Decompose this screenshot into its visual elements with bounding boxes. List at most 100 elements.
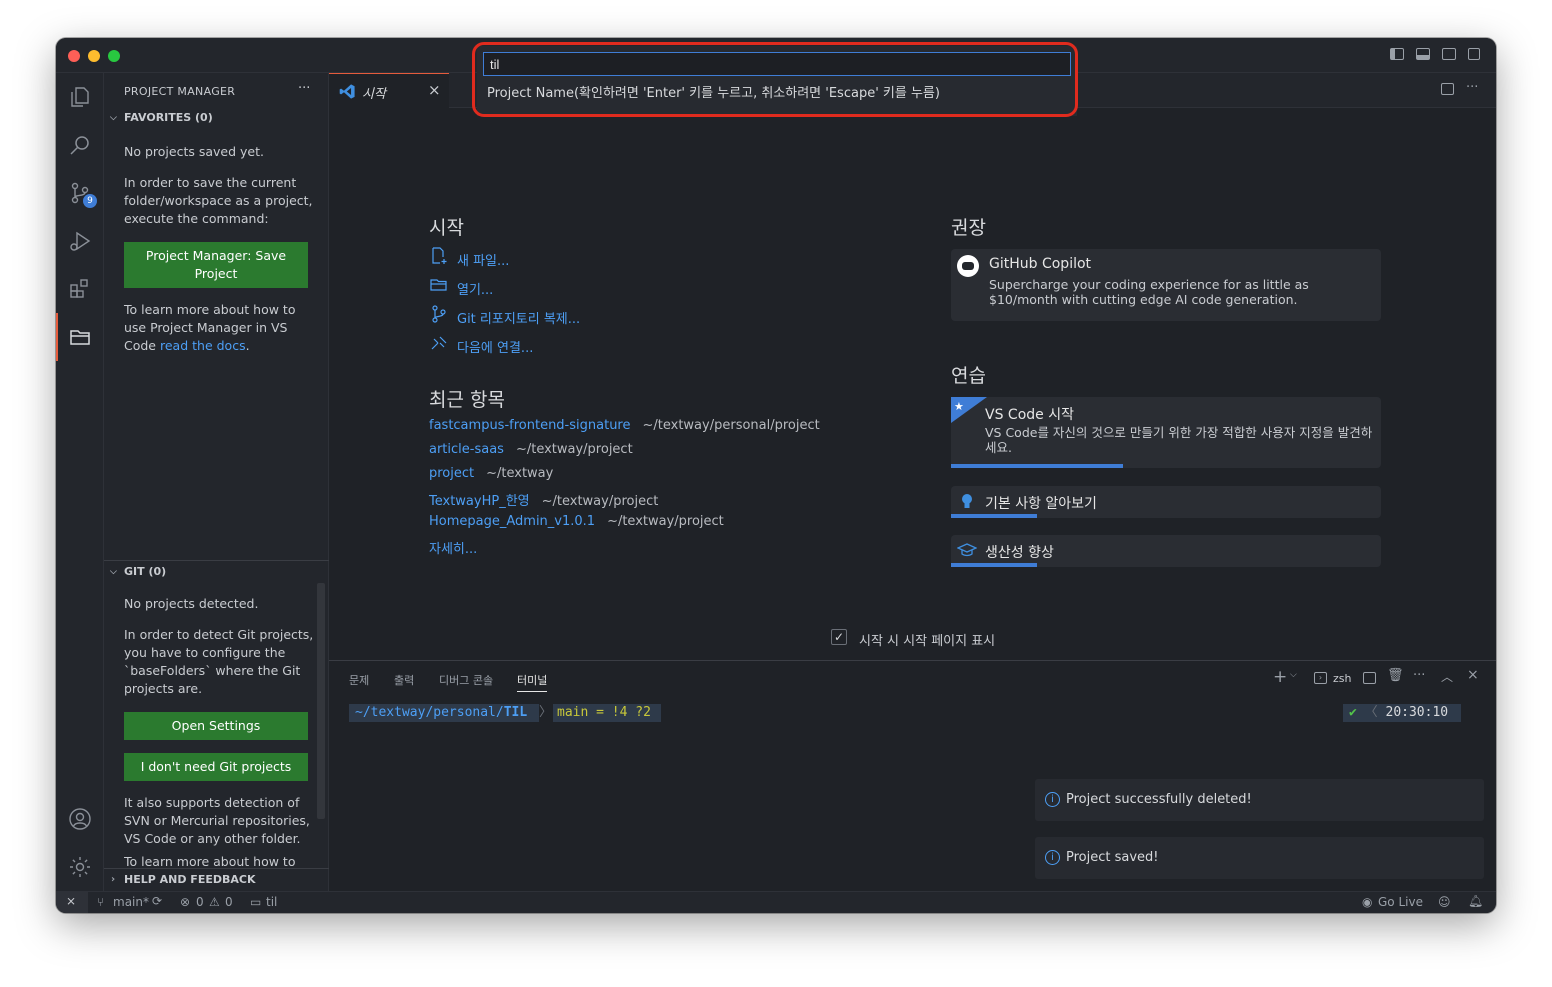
- walkthrough-fundamentals-progress: [951, 514, 1037, 518]
- recent-item-name[interactable]: Homepage_Admin_v1.0.1: [429, 514, 595, 529]
- no-git-projects-button[interactable]: I don't need Git projects: [124, 753, 308, 781]
- recent-item-path: ~/textway/personal/project: [642, 418, 820, 433]
- favorites-empty-text: No projects saved yet.: [124, 144, 264, 159]
- project-manager-icon[interactable]: [68, 325, 92, 349]
- tab-welcome[interactable]: 시작 ×: [329, 73, 449, 108]
- project-folder[interactable]: til: [266, 895, 277, 909]
- toggle-secondary-sidebar-icon[interactable]: [1442, 48, 1456, 60]
- tab-debug-console[interactable]: 디버그 콘솔: [439, 672, 493, 688]
- recent-item-name[interactable]: fastcampus-frontend-signature: [429, 418, 631, 433]
- trash-icon[interactable]: 🗑: [1387, 668, 1404, 683]
- close-tab-icon[interactable]: ×: [428, 81, 441, 99]
- tab-problems[interactable]: 문제: [349, 672, 369, 688]
- go-live-button[interactable]: Go Live: [1378, 895, 1423, 909]
- customize-layout-icon[interactable]: [1468, 48, 1480, 60]
- search-icon[interactable]: [68, 133, 92, 157]
- remote-connect-icon: [431, 336, 447, 350]
- recent-item-path: ~/textway/project: [515, 442, 633, 457]
- clone-repo-link[interactable]: Git 리포지토리 복제...: [457, 308, 580, 327]
- manage-gear-icon[interactable]: [68, 855, 92, 879]
- notifications-bell-icon[interactable]: 🔔︎: [1468, 894, 1483, 908]
- walkthrough-fundamentals-title: 기본 사항 알아보기: [985, 496, 1097, 512]
- recent-item[interactable]: TextwayHP_한영 ~/textway/project: [429, 490, 658, 509]
- close-panel-icon[interactable]: ×: [1467, 667, 1479, 683]
- terminal-prompt-path: ~/textway/personal/TIL: [349, 704, 539, 722]
- favorites-help-text: In order to save the current folder/work…: [124, 175, 313, 226]
- walkthrough-get-started-title: VS Code 시작: [985, 407, 1074, 423]
- walkthrough-productivity-card[interactable]: 생산성 향상: [951, 535, 1381, 567]
- notification-toast[interactable]: i Project saved!: [1035, 837, 1484, 879]
- new-file-link[interactable]: 새 파일...: [457, 250, 509, 269]
- connect-to-link[interactable]: 다음에 연결...: [457, 337, 533, 356]
- sidebar-scrollbar[interactable]: [317, 583, 325, 819]
- git-empty-text: No projects detected.: [124, 596, 259, 611]
- tab-terminal[interactable]: 터미널: [517, 672, 548, 692]
- errors-icon: ⊗: [180, 895, 191, 909]
- recent-item[interactable]: fastcampus-frontend-signature ~/textway/p…: [429, 418, 820, 433]
- walkthrough-get-started-card[interactable]: ★ VS Code 시작 VS Code를 자신의 것으로 만들기 위한 가장 …: [951, 397, 1381, 468]
- notification-message: Project saved!: [1066, 850, 1159, 865]
- scm-count-badge: 9: [83, 194, 97, 208]
- folder-icon: ▭: [250, 895, 262, 909]
- explorer-icon[interactable]: [68, 85, 92, 109]
- minimize-window-button[interactable]: [88, 50, 100, 62]
- recent-item-name[interactable]: project: [429, 466, 474, 481]
- prompt-separator-icon: 〉: [539, 705, 553, 720]
- toggle-panel-icon[interactable]: [1416, 48, 1430, 60]
- notification-toast[interactable]: i Project successfully deleted!: [1035, 779, 1484, 821]
- toggle-sidebar-icon[interactable]: [1390, 48, 1404, 60]
- tab-output[interactable]: 출력: [394, 672, 414, 688]
- extensions-icon[interactable]: [68, 277, 92, 301]
- more-recent-link[interactable]: 자세히...: [429, 538, 477, 557]
- sync-icon[interactable]: ⟳: [152, 894, 162, 908]
- close-window-button[interactable]: [68, 50, 80, 62]
- copilot-description: Supercharge your coding experience for a…: [989, 277, 1309, 307]
- also-supports-text: It also supports detection of SVN or Mer…: [124, 795, 310, 846]
- chevron-right-icon: ›: [111, 874, 116, 885]
- chevron-down-icon[interactable]: ⌵: [1290, 670, 1297, 680]
- graduation-cap-icon: [957, 543, 977, 557]
- recent-item[interactable]: article-saas ~/textway/project: [429, 442, 633, 457]
- shell-name[interactable]: zsh: [1333, 672, 1351, 685]
- git-section-header[interactable]: ⌵ GIT (0): [104, 561, 329, 583]
- split-terminal-icon[interactable]: [1363, 672, 1376, 684]
- sidebar-more-actions-icon[interactable]: ···: [298, 81, 310, 96]
- recent-item[interactable]: project ~/textway: [429, 466, 553, 481]
- recent-item-name[interactable]: TextwayHP_한영: [429, 494, 530, 509]
- recent-item[interactable]: Homepage_Admin_v1.0.1 ~/textway/project: [429, 514, 724, 529]
- recent-item-name[interactable]: article-saas: [429, 442, 504, 457]
- copilot-title: GitHub Copilot: [989, 256, 1092, 272]
- help-feedback-section-header[interactable]: › HELP AND FEEDBACK: [104, 869, 329, 891]
- lightbulb-icon: [962, 494, 972, 508]
- terminal-prompt-git: main = !4 ?2: [553, 704, 661, 722]
- remote-indicator[interactable]: ⨯: [56, 892, 88, 913]
- recent-item-path: ~/textway/project: [541, 494, 659, 509]
- panel-more-actions-icon[interactable]: ···: [1413, 668, 1425, 683]
- feedback-icon[interactable]: ☺: [1438, 895, 1451, 909]
- run-debug-icon[interactable]: [68, 229, 92, 253]
- prompt-path-prefix: ~/textway/personal/: [355, 705, 504, 720]
- errors-count[interactable]: 0: [196, 895, 204, 909]
- walkthrough-get-started-progress: [951, 464, 1123, 468]
- favorites-section-header[interactable]: ⌵ FAVORITES (0): [104, 107, 329, 129]
- branch-name[interactable]: main*: [113, 895, 149, 909]
- maximize-panel-icon[interactable]: ︿: [1441, 668, 1453, 685]
- open-settings-button[interactable]: Open Settings: [124, 712, 308, 740]
- editor-more-actions-icon[interactable]: ···: [1466, 80, 1478, 95]
- warnings-icon: ⚠: [209, 895, 220, 909]
- save-project-button[interactable]: Project Manager: Save Project: [124, 242, 308, 288]
- warnings-count[interactable]: 0: [225, 895, 233, 909]
- open-link[interactable]: 열기...: [457, 279, 493, 298]
- project-manager-sidebar: PROJECT MANAGER ··· ⌵ FAVORITES (0) No p…: [104, 73, 329, 891]
- recommended-heading: 권장: [951, 217, 986, 239]
- show-on-startup-checkbox[interactable]: ✓: [831, 629, 847, 645]
- accounts-icon[interactable]: [68, 807, 92, 831]
- copilot-card[interactable]: GitHub Copilot Supercharge your coding e…: [951, 249, 1381, 321]
- tab-welcome-label: 시작: [362, 87, 386, 102]
- recent-item-path: ~/textway: [486, 466, 554, 481]
- walkthrough-fundamentals-card[interactable]: 기본 사항 알아보기: [951, 486, 1381, 518]
- zoom-window-button[interactable]: [108, 50, 120, 62]
- read-the-docs-link[interactable]: read the docs: [160, 338, 246, 353]
- split-editor-icon[interactable]: [1441, 83, 1454, 95]
- new-terminal-icon[interactable]: +: [1273, 667, 1287, 687]
